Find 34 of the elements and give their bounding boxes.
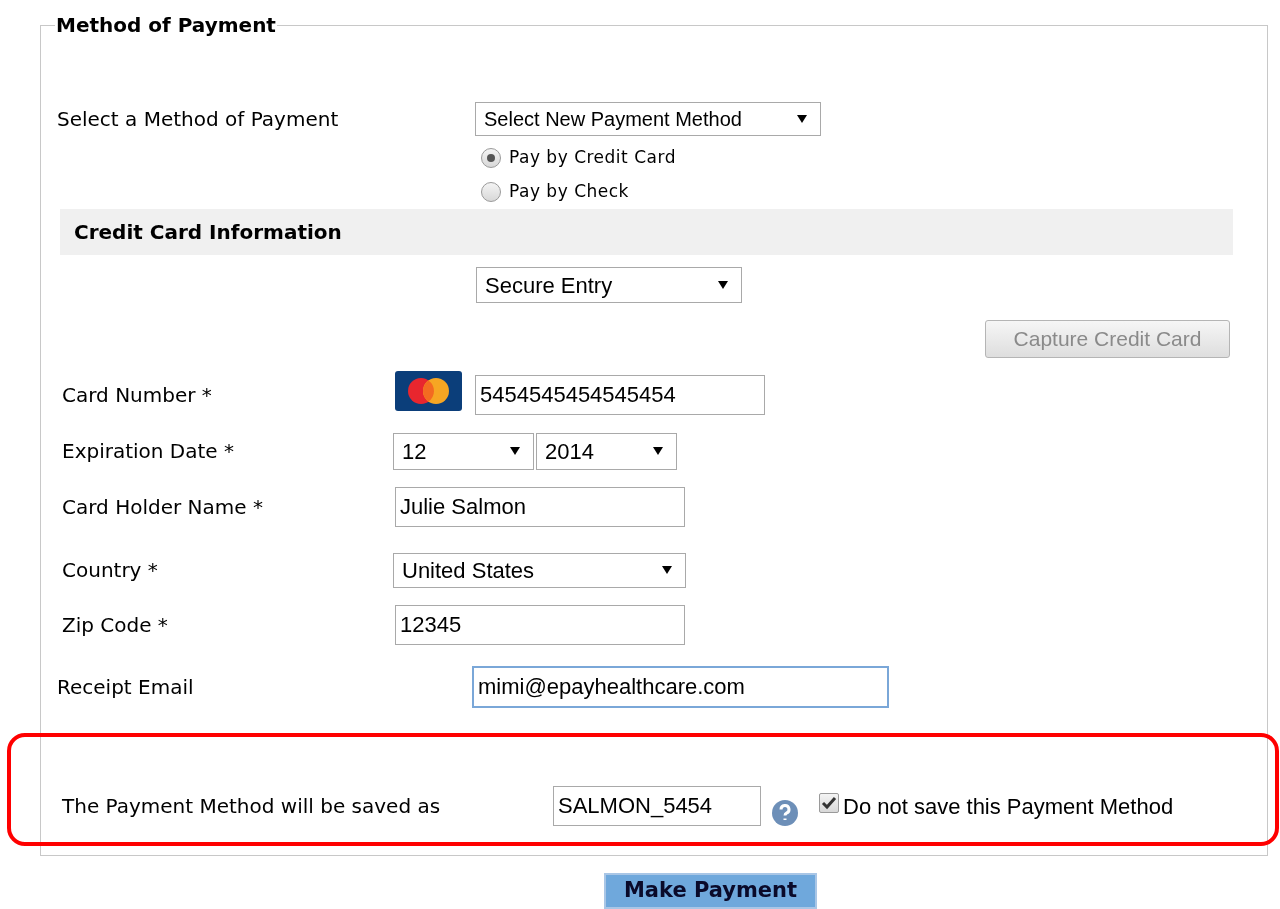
card-logo-icon	[395, 371, 462, 411]
caret-icon	[717, 280, 729, 290]
text-field[interactable]: 12345	[395, 605, 685, 645]
section-heading: Credit Card Information	[74, 219, 342, 246]
checkbox-label[interactable]: Do not save this Payment Method	[843, 789, 1174, 823]
field-label: Select a Method of Payment	[57, 106, 340, 133]
field-label: Card Number *	[62, 382, 213, 409]
caret-icon	[796, 114, 808, 124]
radio-label[interactable]: Pay by Credit Card	[509, 145, 676, 171]
field-label: The Payment Method will be saved as	[62, 793, 442, 820]
radio-button[interactable]	[481, 148, 501, 168]
payment-method-dropdown[interactable]: Select New Payment Method	[475, 102, 821, 136]
field-label: Zip Code *	[62, 612, 169, 639]
field-label: Expiration Date *	[62, 438, 236, 465]
make-payment-button[interactable]: Make Payment	[604, 873, 817, 909]
card-number-field[interactable]: 5454545454545454	[475, 375, 765, 415]
radio-label[interactable]: Pay by Check	[509, 179, 629, 205]
year-dropdown[interactable]: 2014	[536, 432, 677, 470]
email-field[interactable]: mimi@epayhealthcare.com	[472, 666, 889, 708]
help-icon[interactable]	[771, 799, 799, 827]
checkbox[interactable]	[819, 793, 839, 813]
entry-mode-dropdown[interactable]: Secure Entry	[476, 267, 742, 303]
caret-icon	[509, 446, 521, 456]
text-field[interactable]: Julie Salmon	[395, 487, 685, 527]
month-dropdown[interactable]: 12	[393, 432, 534, 470]
field-label: Receipt Email	[57, 674, 195, 701]
caret-icon	[661, 565, 673, 575]
field-label: Card Holder Name *	[62, 494, 264, 521]
country-dropdown[interactable]: United States	[393, 552, 686, 588]
section-title: Method of Payment	[55, 12, 277, 39]
saved-name-field[interactable]: SALMON_5454	[553, 786, 761, 826]
caret-icon	[652, 446, 664, 456]
radio-button[interactable]	[481, 182, 501, 202]
field-label: Country *	[62, 557, 159, 584]
